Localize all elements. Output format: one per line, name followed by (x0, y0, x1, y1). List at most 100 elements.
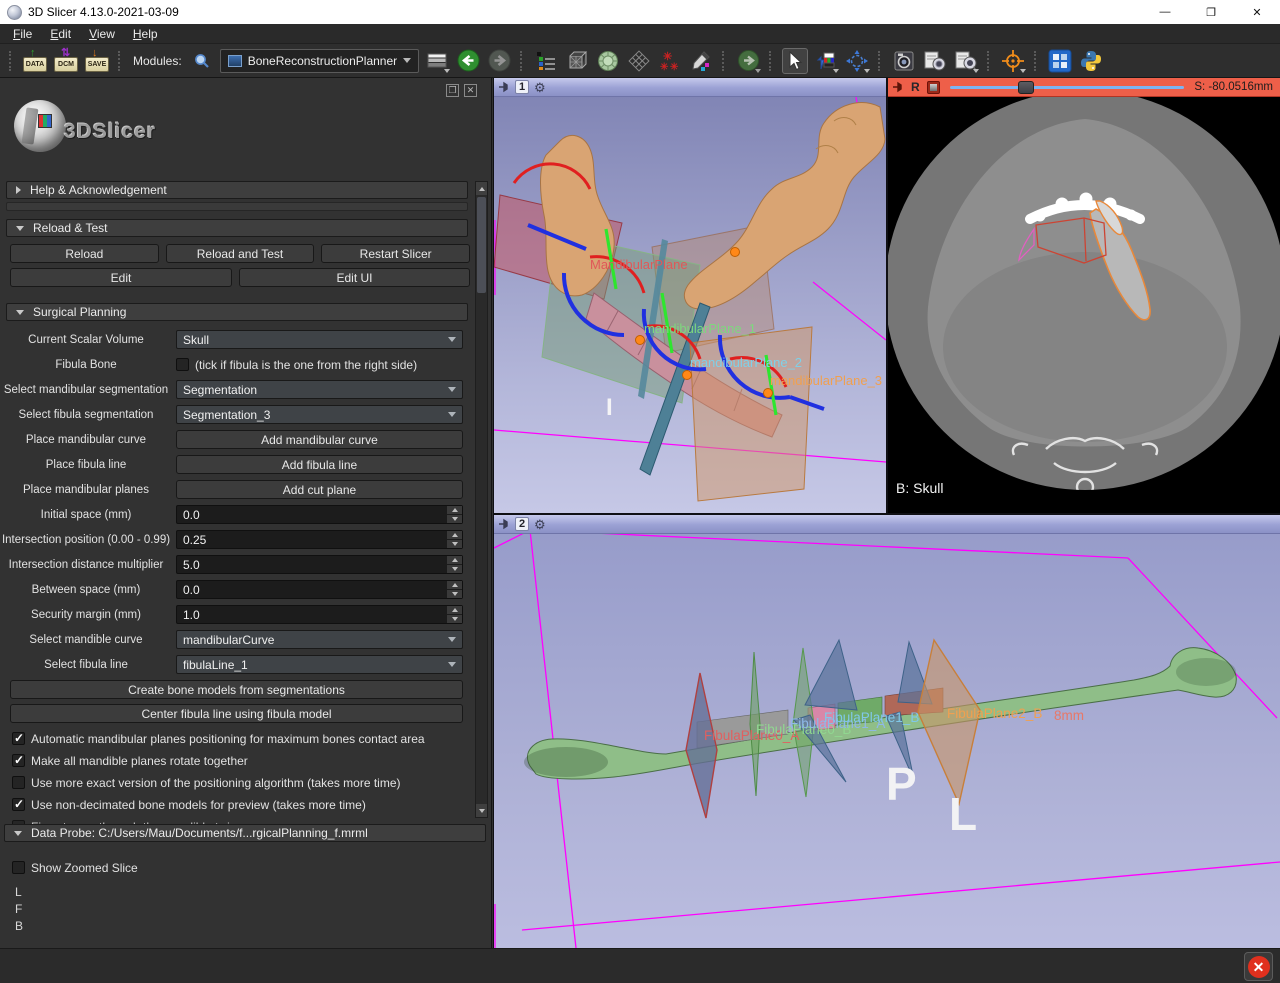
module-history-button[interactable] (533, 48, 559, 74)
panel-scrollbar[interactable] (475, 181, 488, 818)
checkbox-box[interactable] (12, 732, 25, 745)
fibula-plane-blue-upper-1[interactable] (805, 640, 857, 710)
volumes-module-button[interactable] (626, 48, 652, 74)
toolbar-grip[interactable] (769, 51, 774, 71)
spinbox-arrows[interactable] (447, 606, 462, 623)
mandibular-seg-combo[interactable]: Segmentation (176, 380, 463, 399)
toolbar-grip[interactable] (987, 51, 992, 71)
initial-space-spinbox[interactable]: 0.0 (176, 505, 463, 524)
checkbox-box[interactable] (176, 358, 189, 371)
edit-button[interactable]: Edit (10, 268, 232, 287)
slice-offset-slider[interactable] (950, 81, 1185, 94)
view1-canvas[interactable]: MandibularPlane mandibularPlane_1 mandib… (494, 97, 886, 513)
scalar-volume-combo[interactable]: Skull (176, 330, 463, 349)
toolbar-grip[interactable] (878, 51, 883, 71)
exact-algorithm-checkbox[interactable]: Use more exact version of the positionin… (12, 773, 474, 792)
mandibular-plane-orange[interactable] (690, 327, 812, 501)
data-probe-header[interactable]: Data Probe: C:/Users/Mau/Documents/f...r… (4, 824, 486, 842)
scroll-up-arrow[interactable] (476, 182, 487, 195)
red-slice-view[interactable]: R S: -80.0516mm (888, 78, 1280, 513)
edit-ui-button[interactable]: Edit UI (239, 268, 470, 287)
slider-track[interactable] (950, 86, 1185, 89)
window-level-button[interactable] (813, 48, 839, 74)
mandible-right-ramus[interactable] (684, 103, 885, 309)
gear-icon[interactable]: ⚙ (534, 518, 546, 531)
add-fibula-line-button[interactable]: Add fibula line (176, 455, 463, 474)
scroll-down-arrow[interactable] (476, 804, 487, 817)
markups-module-button[interactable]: ✳ ✳ ✳ (657, 48, 683, 74)
restore-button[interactable]: ❐ (1188, 0, 1234, 24)
surgical-planning-header[interactable]: Surgical Planning (6, 303, 468, 321)
toolbar-grip[interactable] (118, 51, 123, 71)
non-decimated-checkbox[interactable]: Use non-decimated bone models for previe… (12, 795, 474, 814)
toolbar-grip[interactable] (1034, 51, 1039, 71)
auto-positioning-checkbox[interactable]: Automatic mandibular planes positioning … (12, 729, 474, 748)
pin-icon[interactable] (892, 81, 904, 93)
menu-help[interactable]: Help (124, 25, 167, 43)
fibula-bone-checkbox[interactable]: (tick if fibula is the one from the righ… (176, 355, 463, 374)
intersection-position-spinbox[interactable]: 0.25 (176, 530, 463, 549)
spinbox-arrows[interactable] (447, 581, 462, 598)
between-space-spinbox[interactable]: 0.0 (176, 580, 463, 599)
spinbox-arrows[interactable] (447, 506, 462, 523)
fibula-line-combo[interactable]: fibulaLine_1 (176, 655, 463, 674)
rotate-together-checkbox[interactable]: Make all mandible planes rotate together (12, 751, 474, 770)
add-mandibular-curve-button[interactable]: Add mandibular curve (176, 430, 463, 449)
history-forward-button[interactable] (486, 48, 512, 74)
reload-button[interactable]: Reload (10, 244, 159, 263)
toolbar-grip[interactable] (520, 51, 525, 71)
spinbox-arrows[interactable] (447, 556, 462, 573)
fibula-seg-combo[interactable]: Segmentation_3 (176, 405, 463, 424)
save-button[interactable]: ↓ SAVE (84, 48, 110, 74)
checkbox-box[interactable] (12, 776, 25, 789)
module-search-button[interactable] (189, 48, 215, 74)
threeD-view-1[interactable]: 1 ⚙ (494, 78, 886, 513)
menu-file[interactable]: File (4, 25, 41, 43)
models-module-button[interactable] (595, 48, 621, 74)
layout-selector-button[interactable] (424, 48, 450, 74)
dicom-button[interactable]: ⇅ DCM (53, 48, 79, 74)
fibula-plane-orange[interactable] (918, 640, 980, 804)
screenshot-button[interactable] (891, 48, 917, 74)
data-module-button[interactable] (564, 48, 590, 74)
pin-icon[interactable] (498, 518, 510, 530)
run-module-button[interactable] (735, 48, 761, 74)
checkbox-box[interactable] (12, 861, 25, 874)
intersection-multiplier-spinbox[interactable]: 5.0 (176, 555, 463, 574)
scene-view-capture-button[interactable] (922, 48, 948, 74)
slice-menu-icon[interactable] (927, 81, 940, 94)
mandible-curve-combo[interactable]: mandibularCurve (176, 630, 463, 649)
show-zoomed-slice-checkbox[interactable]: Show Zoomed Slice (12, 858, 138, 877)
toolbar-grip[interactable] (722, 51, 727, 71)
fibula-plane-red[interactable] (686, 673, 717, 818)
extensions-manager-button[interactable] (1047, 48, 1073, 74)
module-selector[interactable]: BoneReconstructionPlanner (220, 49, 419, 73)
pin-icon[interactable] (498, 81, 510, 93)
python-console-button[interactable] (1078, 48, 1104, 74)
help-section-header[interactable]: Help & Acknowledgement (6, 181, 468, 199)
center-fibula-line-button[interactable]: Center fibula line using fibula model (10, 704, 463, 723)
menu-edit[interactable]: Edit (41, 25, 80, 43)
scrollbar-thumb[interactable] (477, 197, 486, 293)
threeD-view-2[interactable]: 2 ⚙ (494, 515, 1280, 948)
checkbox-box[interactable] (12, 798, 25, 811)
reload-and-test-button[interactable]: Reload and Test (166, 244, 315, 263)
create-bone-models-button[interactable]: Create bone models from segmentations (10, 680, 463, 699)
gear-icon[interactable]: ⚙ (534, 81, 546, 94)
slider-handle[interactable] (1018, 81, 1034, 94)
security-margin-spinbox[interactable]: 1.0 (176, 605, 463, 624)
close-button[interactable]: ✕ (1234, 0, 1280, 24)
panel-close-icon[interactable]: ✕ (464, 84, 477, 97)
mouse-interaction-button[interactable] (782, 48, 808, 74)
history-back-button[interactable] (455, 48, 481, 74)
add-cut-plane-button[interactable]: Add cut plane (176, 480, 463, 499)
reload-section-header[interactable]: Reload & Test (6, 219, 468, 237)
crosshair-button[interactable] (1000, 48, 1026, 74)
load-data-button[interactable]: ↑ DATA (22, 48, 48, 74)
menu-view[interactable]: View (80, 25, 124, 43)
minimize-button[interactable]: — (1142, 0, 1188, 24)
view2-canvas[interactable]: FibulaPlane0_A FibulaPlane0_B FibulaPlan… (494, 534, 1280, 948)
spinbox-arrows[interactable] (447, 531, 462, 548)
panel-undock-icon[interactable]: ❐ (446, 84, 459, 97)
toolbar-grip[interactable] (9, 51, 14, 71)
